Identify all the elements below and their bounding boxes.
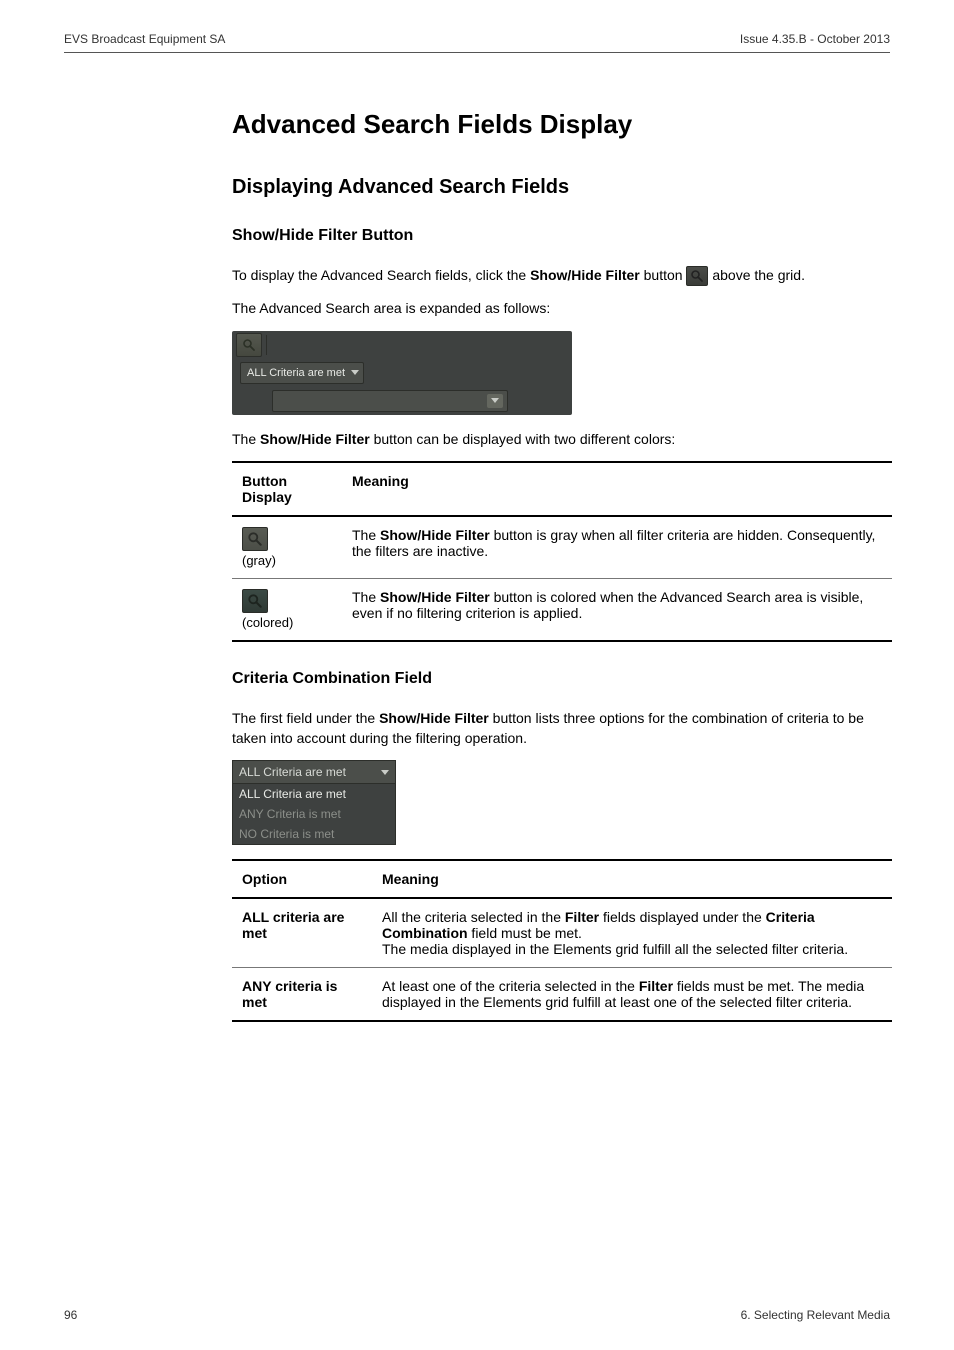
panel-divider — [266, 335, 267, 355]
gray-label: (gray) — [242, 553, 332, 568]
criteria-combination-label: ALL Criteria are met — [247, 367, 345, 379]
criteria-combination-select[interactable]: ALL Criteria are met — [240, 362, 364, 384]
table-row: ALL criteria are met All the criteria se… — [232, 898, 892, 968]
chevron-down-icon — [381, 770, 389, 775]
opt-all-label: ALL criteria are met — [242, 909, 344, 941]
criteria-heading: Criteria Combination Field — [232, 670, 892, 688]
th-meaning: Meaning — [372, 860, 892, 898]
chevron-down-icon — [351, 370, 359, 375]
show-hide-intro: To display the Advanced Search fields, c… — [232, 265, 892, 286]
header-divider — [64, 52, 890, 53]
criteria-options-dropdown[interactable]: ALL Criteria are met ALL Criteria are me… — [232, 760, 396, 845]
opt-any-label: ANY criteria is met — [242, 978, 337, 1010]
button-display-table: Button Display Meaning (gray) The Show/H… — [232, 461, 892, 642]
page-title: Advanced Search Fields Display — [232, 109, 892, 140]
table-row: ANY criteria is met At least one of the … — [232, 968, 892, 1022]
table-row: (gray) The Show/Hide Filter button is gr… — [232, 516, 892, 579]
colors-note: The Show/Hide Filter button can be displ… — [232, 429, 892, 449]
magnifier-icon-gray — [242, 527, 268, 551]
criteria-selected: ALL Criteria are met — [239, 765, 346, 779]
show-hide-filter-button[interactable] — [236, 333, 262, 357]
filter-field-select[interactable] — [272, 390, 508, 412]
magnifier-icon — [242, 338, 256, 352]
table-row: (colored) The Show/Hide Filter button is… — [232, 578, 892, 641]
section-subtitle: Displaying Advanced Search Fields — [232, 176, 892, 199]
criteria-option-all[interactable]: ALL Criteria are met — [233, 784, 395, 804]
header-left: EVS Broadcast Equipment SA — [64, 32, 225, 46]
header-right: Issue 4.35.B - October 2013 — [740, 32, 890, 46]
criteria-intro: The first field under the Show/Hide Filt… — [232, 708, 892, 749]
criteria-option-any[interactable]: ANY Criteria is met — [233, 804, 395, 824]
footer-section: 6. Selecting Relevant Media — [741, 1308, 890, 1322]
chevron-down-icon — [491, 398, 499, 403]
magnifier-icon-colored — [242, 589, 268, 613]
show-hide-heading: Show/Hide Filter Button — [232, 227, 892, 245]
th-meaning: Meaning — [342, 462, 892, 516]
criteria-option-no[interactable]: NO Criteria is met — [233, 824, 395, 844]
criteria-options-table: Option Meaning ALL criteria are met All … — [232, 859, 892, 1022]
colored-label: (colored) — [242, 615, 332, 630]
search-panel: ALL Criteria are met — [232, 331, 572, 415]
magnifier-icon — [686, 266, 708, 286]
th-option: Option — [232, 860, 372, 898]
footer-page-number: 96 — [64, 1308, 77, 1322]
th-button-display: Button Display — [232, 462, 342, 516]
expanded-note: The Advanced Search area is expanded as … — [232, 298, 892, 318]
